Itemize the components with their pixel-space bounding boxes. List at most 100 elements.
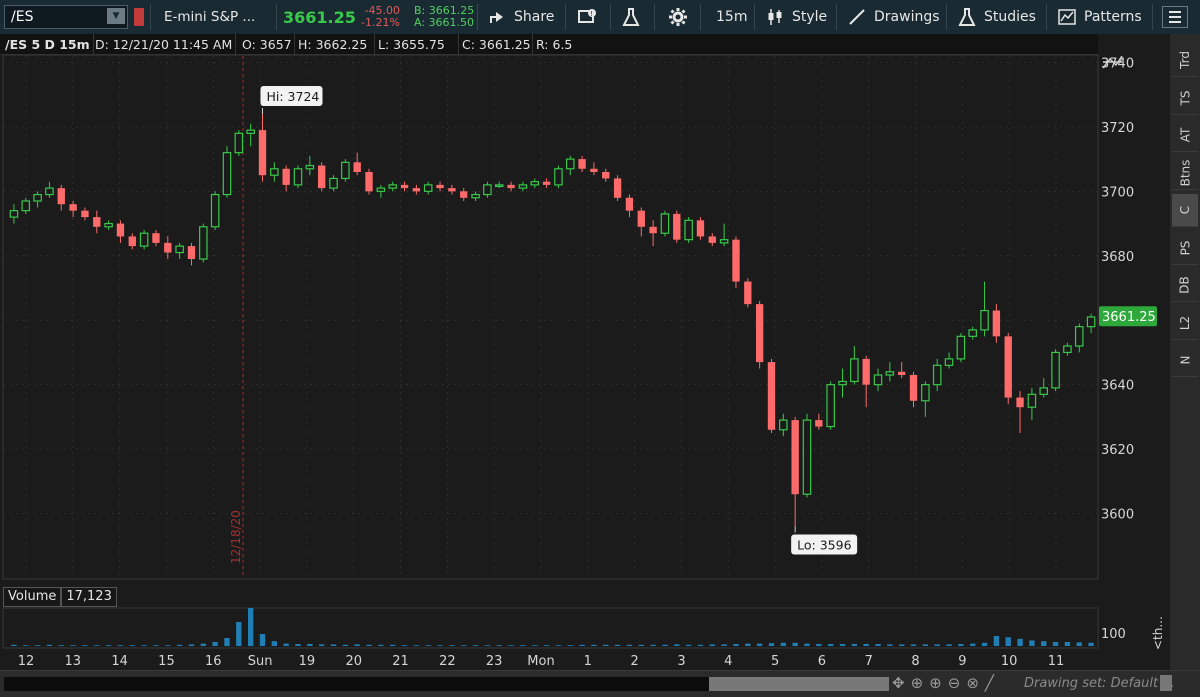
volume-bar bbox=[141, 645, 147, 646]
candles-icon bbox=[768, 9, 782, 25]
candle-body bbox=[767, 362, 776, 430]
volume-bar bbox=[697, 644, 704, 646]
x-tick-label: 11 bbox=[1048, 654, 1065, 669]
sidebar-tab-ps[interactable]: PS bbox=[1172, 232, 1198, 265]
draw-line-icon[interactable]: ╱ bbox=[985, 674, 994, 692]
drawings-label: Drawings bbox=[874, 9, 940, 25]
volume-bar bbox=[1029, 640, 1035, 646]
volume-bar bbox=[958, 644, 964, 646]
sidebar-tab-db[interactable]: DB bbox=[1172, 269, 1198, 302]
candle-body bbox=[175, 245, 184, 254]
candle-body bbox=[921, 384, 930, 402]
share-button[interactable]: Share bbox=[488, 0, 554, 34]
patterns-button[interactable]: Patterns bbox=[1058, 0, 1142, 34]
sidebar-tab-btns[interactable]: Btns bbox=[1172, 157, 1198, 190]
flask-button[interactable] bbox=[622, 0, 640, 34]
candle-body bbox=[909, 375, 918, 401]
studies-label: Studies bbox=[984, 9, 1036, 25]
studies-button[interactable]: Studies bbox=[958, 0, 1036, 34]
candle-body bbox=[164, 242, 172, 253]
sidebar-tab-n[interactable]: N bbox=[1172, 344, 1198, 377]
bottom-bar: ✥ ⊕ ⊕ ⊖ ⊗ ╱ Drawing set: Default ... bbox=[0, 670, 1200, 697]
crosshair-icon[interactable]: ⊕ bbox=[911, 674, 924, 692]
volume-bar bbox=[685, 644, 692, 646]
sidebar-tab-at[interactable]: AT bbox=[1172, 119, 1198, 152]
flask-icon bbox=[622, 8, 640, 26]
y-tick-label: 3700 bbox=[1101, 185, 1134, 200]
x-tick-label: Sun bbox=[248, 654, 273, 669]
pan-icon[interactable]: ✥ bbox=[892, 674, 905, 692]
candle-body bbox=[1063, 345, 1072, 354]
candle-body bbox=[554, 168, 563, 186]
style-button[interactable]: Style bbox=[766, 0, 827, 34]
candle-body bbox=[873, 374, 883, 386]
candle-body bbox=[388, 184, 397, 189]
y-tick-label: 3640 bbox=[1101, 379, 1134, 394]
volume-bar bbox=[129, 645, 135, 646]
candle-body bbox=[318, 165, 326, 189]
sidebar-tab-c[interactable]: C bbox=[1172, 194, 1198, 227]
x-tick-label: 6 bbox=[818, 654, 826, 669]
chevron-down-icon[interactable]: ▼ bbox=[107, 8, 125, 24]
sidebar-tab-label: Btns bbox=[1178, 159, 1193, 186]
x-tick-label: 19 bbox=[299, 654, 316, 669]
candle-body bbox=[222, 152, 232, 196]
volume-bar bbox=[342, 644, 349, 646]
symbol-selector[interactable]: /ES ▼ bbox=[4, 5, 128, 29]
sidebar-tab-trd[interactable]: Trd bbox=[1172, 44, 1198, 77]
alert-icon: ! bbox=[578, 9, 596, 23]
y-tick-label: 3720 bbox=[1101, 121, 1134, 136]
drawings-button[interactable]: Drawings bbox=[848, 0, 940, 34]
symbol-description: E-mini S&P ... bbox=[164, 9, 256, 25]
candle-body bbox=[1086, 316, 1096, 328]
sidebar-tab-label: PS bbox=[1177, 240, 1192, 255]
x-tick-label: 14 bbox=[111, 654, 128, 669]
zoom-in-icon[interactable]: ⊕ bbox=[929, 674, 942, 692]
volume-bar bbox=[437, 645, 443, 646]
candle-body bbox=[246, 129, 255, 134]
sidebar-tab-l2[interactable]: L2 bbox=[1172, 307, 1198, 340]
sidebar-tab-label: TS bbox=[1177, 90, 1192, 105]
x-tick-label: 7 bbox=[865, 654, 873, 669]
sidebar-tab-label: Trd bbox=[1178, 51, 1192, 69]
candle-body bbox=[412, 188, 421, 192]
candle-body bbox=[9, 210, 19, 218]
volume-bar bbox=[449, 645, 455, 646]
timeframe-button[interactable]: 15m bbox=[716, 0, 747, 34]
candle-body bbox=[104, 222, 113, 228]
style-label: Style bbox=[792, 9, 828, 25]
volume-bar bbox=[354, 644, 360, 646]
price-volume-chart[interactable]: 12/18/20 100<th... 360036203640366036803… bbox=[0, 34, 1168, 670]
volume-bar bbox=[804, 643, 810, 646]
alert-button[interactable]: ! bbox=[578, 0, 598, 34]
drawing-set-dropdown[interactable] bbox=[1160, 675, 1172, 691]
candle-body bbox=[815, 420, 823, 427]
volume-bar bbox=[23, 645, 29, 646]
more-button[interactable] bbox=[1162, 0, 1188, 34]
settings-button[interactable] bbox=[668, 0, 688, 34]
zoom-fit-icon[interactable]: ⊗ bbox=[966, 674, 979, 692]
hi-label: Hi: 3724 bbox=[266, 89, 319, 104]
horizontal-scrollbar[interactable] bbox=[4, 677, 889, 691]
candle-body bbox=[494, 184, 504, 187]
candle-body bbox=[684, 219, 693, 241]
volume-bar bbox=[390, 644, 396, 646]
candle-body bbox=[732, 239, 740, 282]
volume-bar bbox=[366, 644, 372, 646]
scroll-thumb[interactable] bbox=[709, 677, 889, 691]
candle-body bbox=[530, 181, 540, 186]
svg-text:!: ! bbox=[590, 10, 593, 18]
sidebar-tab-ts[interactable]: TS bbox=[1172, 82, 1198, 115]
volume-value: 17,123 bbox=[61, 587, 117, 607]
x-tick-label: 3 bbox=[677, 654, 685, 669]
candle-body bbox=[542, 181, 551, 185]
zoom-out-icon[interactable]: ⊖ bbox=[948, 674, 961, 692]
volume-bar bbox=[1052, 642, 1059, 646]
candle-body bbox=[353, 162, 361, 172]
drawing-set-label[interactable]: Drawing set: Default ... bbox=[1024, 676, 1175, 691]
gear-icon bbox=[669, 8, 687, 26]
volume-bar bbox=[94, 645, 100, 646]
link-tag-icon[interactable] bbox=[134, 8, 144, 26]
candle-body bbox=[139, 232, 149, 247]
x-tick-label: 20 bbox=[345, 654, 362, 669]
